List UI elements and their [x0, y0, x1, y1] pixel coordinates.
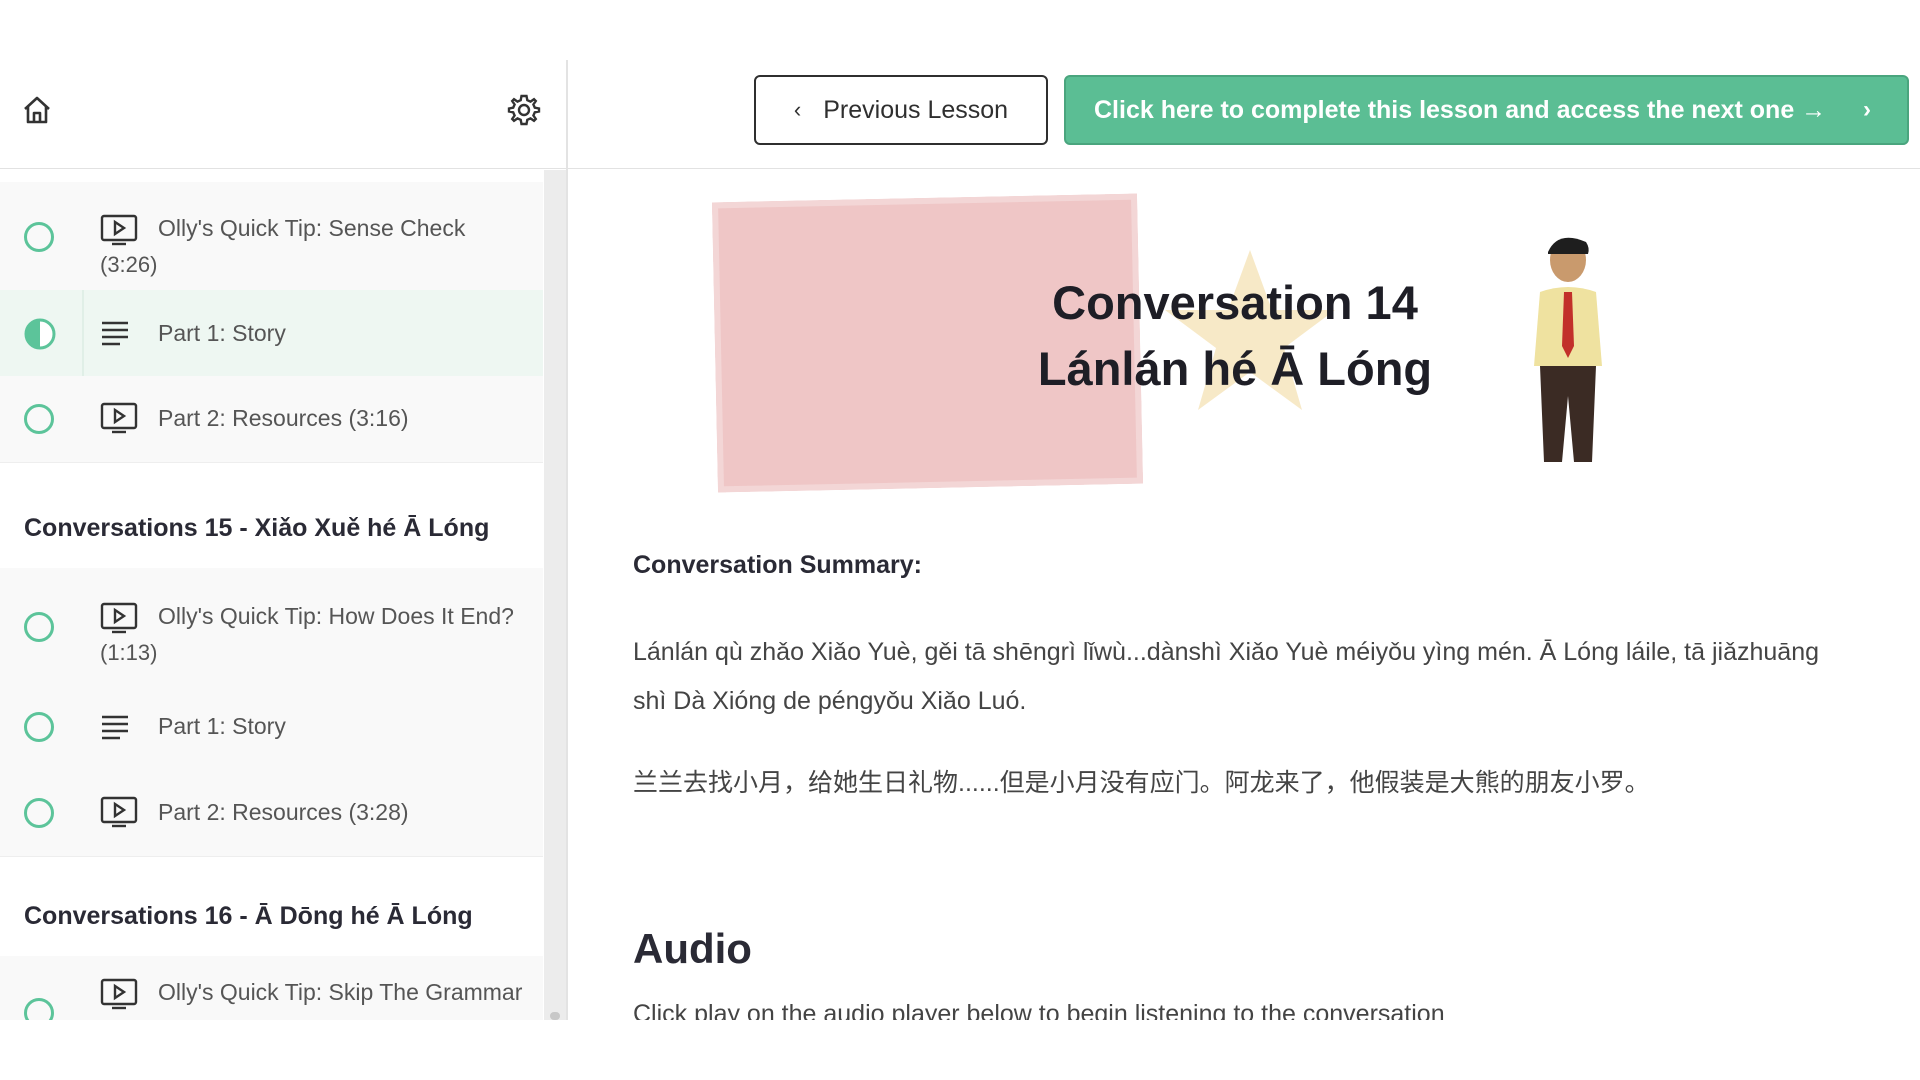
lesson-label: Olly's Quick Tip: How Does It End?	[158, 603, 514, 629]
video-icon	[100, 796, 138, 828]
active-divider	[82, 290, 84, 376]
chevron-left-icon: ‹	[793, 97, 802, 122]
banner-title-line-2: Lánlán hé Ā Lóng	[1037, 342, 1433, 395]
lesson-duration: (1:13)	[100, 640, 158, 665]
banner-title-line-1: Conversation 14	[1052, 276, 1418, 329]
video-icon	[100, 402, 138, 434]
summary-hanzi-text: 兰兰去找小月，给她生日礼物......但是小月没有应门。阿龙来了，他假装是大熊的…	[633, 769, 1650, 797]
lesson-duration: (3:26)	[100, 252, 158, 277]
section-title[interactable]: Conversations 16 - Ā Dōng hé Ā Lóng	[24, 902, 473, 931]
list-item[interactable]: Olly's Quick Tip: Sense Check (3:26)	[0, 182, 543, 291]
list-item[interactable]: Olly's Quick Tip: Skip The Grammar	[0, 956, 543, 1020]
list-item-active[interactable]: Part 1: Story	[0, 290, 543, 377]
man-with-tie-illustration	[1534, 237, 1602, 462]
lesson-label: Part 2: Resources (3:28)	[158, 799, 409, 825]
lesson-sidebar: Olly's Quick Tip: Sense Check (3:26) Par…	[0, 0, 566, 1020]
incomplete-status-icon[interactable]	[24, 712, 54, 742]
sidebar-header	[0, 60, 566, 169]
audio-heading: Audio	[633, 925, 752, 972]
previous-lesson-button[interactable]: ‹ Previous Lesson	[754, 75, 1048, 145]
video-icon	[100, 978, 138, 1010]
lesson-list: Olly's Quick Tip: Sense Check (3:26) Par…	[0, 170, 543, 1020]
list-item[interactable]: Part 2: Resources (3:28)	[0, 770, 543, 857]
list-item[interactable]: Olly's Quick Tip: How Does It End? (1:13…	[0, 568, 543, 685]
complete-and-next-button[interactable]: Click here to complete this lesson and a…	[1064, 75, 1909, 145]
previous-lesson-label: Previous Lesson	[823, 95, 1009, 124]
list-item[interactable]: Part 1: Story	[0, 684, 543, 771]
topbar-divider	[568, 168, 1920, 169]
video-icon	[100, 214, 138, 246]
half-complete-status-icon[interactable]	[24, 318, 56, 350]
sidebar-scrollbar[interactable]	[544, 170, 566, 1020]
lesson-label: Part 1: Story	[158, 713, 286, 739]
complete-lesson-label: Click here to complete this lesson and a…	[1094, 95, 1827, 124]
incomplete-status-icon[interactable]	[24, 998, 54, 1020]
lesson-label: Olly's Quick Tip: Sense Check	[158, 215, 466, 241]
sidebar-divider	[566, 60, 568, 1020]
incomplete-status-icon[interactable]	[24, 798, 54, 828]
scrollbar-thumb[interactable]	[550, 1012, 560, 1020]
section-title[interactable]: Conversations 15 - Xiǎo Xuě hé Ā Lóng	[24, 514, 489, 543]
settings-gear-icon[interactable]	[504, 90, 544, 130]
text-lines-icon	[102, 321, 128, 346]
lesson-label: Part 1: Story	[158, 320, 286, 346]
summary-pinyin-text: Lánlán qù zhǎo Xiǎo Yuè, gěi tā shēngrì …	[633, 638, 1820, 715]
lesson-label: Olly's Quick Tip: Skip The Grammar	[158, 979, 523, 1005]
summary-heading: Conversation Summary:	[633, 551, 922, 579]
text-lines-icon	[102, 715, 128, 740]
incomplete-status-icon[interactable]	[24, 404, 54, 434]
list-item[interactable]: Part 2: Resources (3:16)	[0, 376, 543, 463]
lesson-label: Part 2: Resources (3:16)	[158, 405, 409, 431]
page-bottom-margin	[0, 1020, 1920, 1080]
incomplete-status-icon[interactable]	[24, 612, 54, 642]
home-icon[interactable]	[17, 90, 57, 130]
chevron-right-icon: ›	[1863, 96, 1871, 123]
video-icon	[100, 602, 138, 634]
banner-title: Conversation 14 Lánlán hé Ā Lóng	[1010, 270, 1460, 402]
incomplete-status-icon[interactable]	[24, 222, 54, 252]
